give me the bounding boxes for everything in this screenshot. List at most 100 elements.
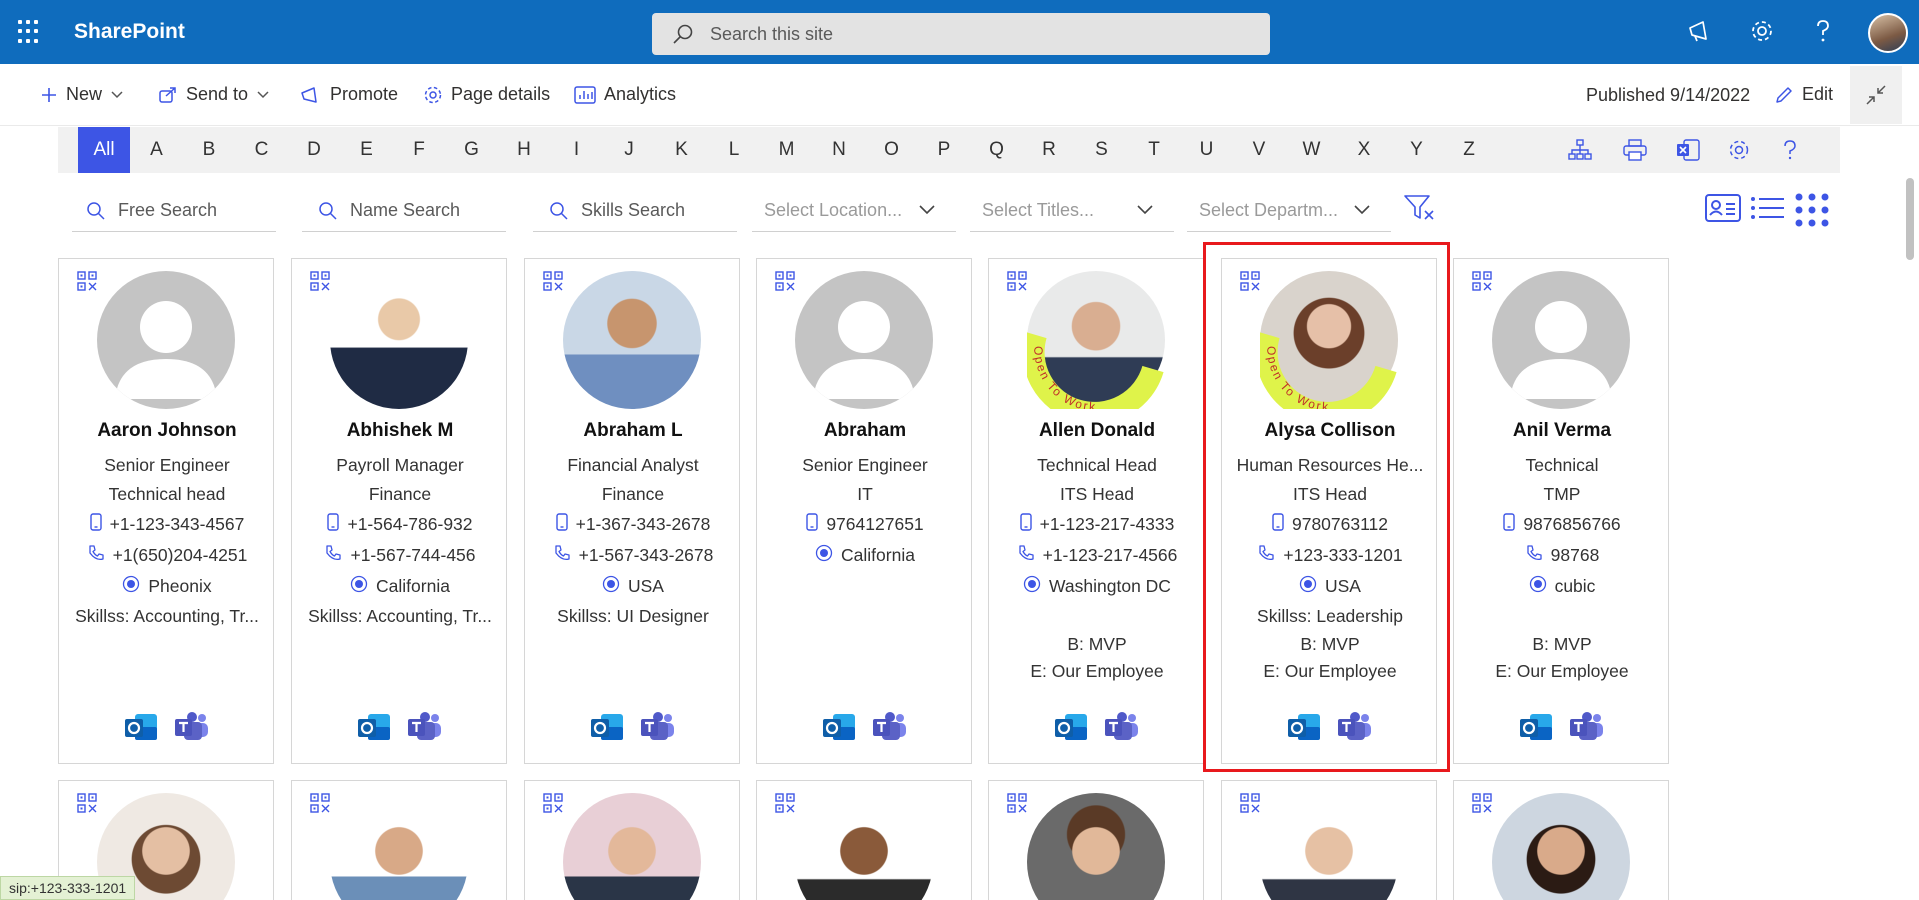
- person-card[interactable]: Open To Work Allen Donald Technical Head IT…: [988, 258, 1204, 764]
- outlook-icon[interactable]: [1053, 711, 1089, 748]
- phone-number[interactable]: +1-567-343-2678: [579, 545, 714, 566]
- person-name[interactable]: Allen Donald: [989, 420, 1205, 442]
- printer-icon[interactable]: [1623, 139, 1647, 161]
- qr-code-icon[interactable]: [1472, 793, 1492, 818]
- outlook-icon[interactable]: [1518, 711, 1554, 748]
- mobile-number[interactable]: +1-123-217-4333: [1040, 514, 1175, 535]
- letter-filter-x[interactable]: X: [1338, 127, 1390, 173]
- teams-icon[interactable]: [406, 711, 442, 748]
- letter-filter-s[interactable]: S: [1076, 127, 1128, 173]
- person-name[interactable]: Abhishek M: [292, 420, 508, 442]
- letter-filter-k[interactable]: K: [656, 127, 708, 173]
- letter-filter-q[interactable]: Q: [971, 127, 1023, 173]
- app-launcher-icon[interactable]: [18, 20, 42, 44]
- clear-filter-icon[interactable]: [1403, 193, 1435, 223]
- person-card[interactable]: Abhishek M Payroll Manager Finance +1-564-7…: [291, 258, 507, 764]
- outlook-icon[interactable]: [123, 711, 159, 748]
- outlook-icon[interactable]: [821, 711, 857, 748]
- promote-button[interactable]: Promote: [300, 84, 398, 105]
- person-card[interactable]: Aaron Johnson Senior Engineer Technical he…: [58, 258, 274, 764]
- analytics-button[interactable]: Analytics: [574, 84, 676, 105]
- mobile-row[interactable]: +1-123-217-4333: [989, 513, 1205, 536]
- person-card[interactable]: Anil Verma Technical TMP 9876856766 98768 cub…: [1453, 258, 1669, 764]
- person-name[interactable]: Abraham L: [525, 420, 741, 442]
- qr-code-icon[interactable]: [1007, 271, 1027, 296]
- letter-filter-o[interactable]: O: [866, 127, 918, 173]
- letter-filter-b[interactable]: B: [183, 127, 235, 173]
- page-details-button[interactable]: Page details: [423, 84, 550, 105]
- letter-filter-c[interactable]: C: [236, 127, 288, 173]
- qr-code-icon[interactable]: [775, 271, 795, 296]
- department-select[interactable]: Select Departm...: [1187, 190, 1391, 232]
- settings-gear-icon[interactable]: [1728, 139, 1750, 161]
- teams-icon[interactable]: [173, 711, 209, 748]
- letter-filter-i[interactable]: I: [551, 127, 603, 173]
- letter-filter-f[interactable]: F: [393, 127, 445, 173]
- mobile-row[interactable]: +1-367-343-2678: [525, 513, 741, 536]
- skills-search-input[interactable]: Skills Search: [533, 190, 737, 232]
- person-card[interactable]: [1221, 780, 1437, 900]
- phone-number[interactable]: 98768: [1551, 545, 1600, 566]
- phone-number[interactable]: +1-123-217-4566: [1043, 545, 1178, 566]
- location-select[interactable]: Select Location...: [752, 190, 956, 232]
- grid-view-icon[interactable]: [1794, 192, 1830, 228]
- letter-filter-r[interactable]: R: [1023, 127, 1075, 173]
- titles-select[interactable]: Select Titles...: [970, 190, 1174, 232]
- phone-row[interactable]: +1-123-217-4566: [989, 544, 1205, 567]
- new-button[interactable]: New: [40, 84, 124, 105]
- letter-filter-n[interactable]: N: [813, 127, 865, 173]
- person-name[interactable]: Anil Verma: [1454, 420, 1670, 442]
- teams-icon[interactable]: [639, 711, 675, 748]
- person-card[interactable]: [1453, 780, 1669, 900]
- person-card[interactable]: Abraham Senior Engineer IT 9764127651 Califo…: [756, 258, 972, 764]
- letter-filter-z[interactable]: Z: [1443, 127, 1495, 173]
- letter-filter-e[interactable]: E: [341, 127, 393, 173]
- mobile-row[interactable]: 9876856766: [1454, 513, 1670, 536]
- letter-filter-a[interactable]: A: [131, 127, 183, 173]
- phone-number[interactable]: +1(650)204-4251: [113, 545, 248, 566]
- letter-filter-p[interactable]: P: [918, 127, 970, 173]
- person-card[interactable]: Abraham L Financial Analyst Finance +1-367-…: [524, 258, 740, 764]
- letter-filter-j[interactable]: J: [603, 127, 655, 173]
- mobile-number[interactable]: +1-564-786-932: [347, 514, 472, 535]
- brand-title[interactable]: SharePoint: [74, 20, 185, 44]
- phone-row[interactable]: +1(650)204-4251: [59, 544, 275, 567]
- person-card[interactable]: [988, 780, 1204, 900]
- phone-row[interactable]: 98768: [1454, 544, 1670, 567]
- letter-filter-all[interactable]: All: [78, 127, 130, 173]
- letter-filter-w[interactable]: W: [1286, 127, 1338, 173]
- qr-code-icon[interactable]: [310, 271, 330, 296]
- letter-filter-v[interactable]: V: [1233, 127, 1285, 173]
- edit-button[interactable]: Edit: [1774, 84, 1833, 105]
- mobile-row[interactable]: 9764127651: [757, 513, 973, 536]
- letter-filter-l[interactable]: L: [708, 127, 760, 173]
- excel-export-icon[interactable]: [1676, 139, 1700, 161]
- qr-code-icon[interactable]: [1240, 793, 1260, 818]
- letter-filter-h[interactable]: H: [498, 127, 550, 173]
- qr-code-icon[interactable]: [775, 793, 795, 818]
- letter-filter-d[interactable]: D: [288, 127, 340, 173]
- teams-icon[interactable]: [1103, 711, 1139, 748]
- org-chart-icon[interactable]: [1568, 139, 1592, 161]
- card-view-icon[interactable]: [1705, 192, 1741, 224]
- person-name[interactable]: Aaron Johnson: [59, 420, 275, 442]
- help-icon[interactable]: [1782, 139, 1798, 161]
- qr-code-icon[interactable]: [77, 271, 97, 296]
- outlook-icon[interactable]: [356, 711, 392, 748]
- mobile-row[interactable]: +1-564-786-932: [292, 513, 508, 536]
- list-view-icon[interactable]: [1750, 192, 1786, 224]
- qr-code-icon[interactable]: [543, 793, 563, 818]
- letter-filter-u[interactable]: U: [1181, 127, 1233, 173]
- send-to-button[interactable]: Send to: [158, 84, 270, 105]
- mobile-number[interactable]: 9764127651: [826, 514, 923, 535]
- user-avatar[interactable]: [1868, 13, 1908, 53]
- megaphone-icon[interactable]: [1686, 18, 1712, 44]
- person-name[interactable]: Abraham: [757, 420, 973, 442]
- letter-filter-g[interactable]: G: [446, 127, 498, 173]
- qr-code-icon[interactable]: [543, 271, 563, 296]
- mobile-row[interactable]: +1-123-343-4567: [59, 513, 275, 536]
- qr-code-icon[interactable]: [1472, 271, 1492, 296]
- teams-icon[interactable]: [871, 711, 907, 748]
- name-search-input[interactable]: Name Search: [302, 190, 506, 232]
- site-search-input[interactable]: Search this site: [652, 13, 1270, 55]
